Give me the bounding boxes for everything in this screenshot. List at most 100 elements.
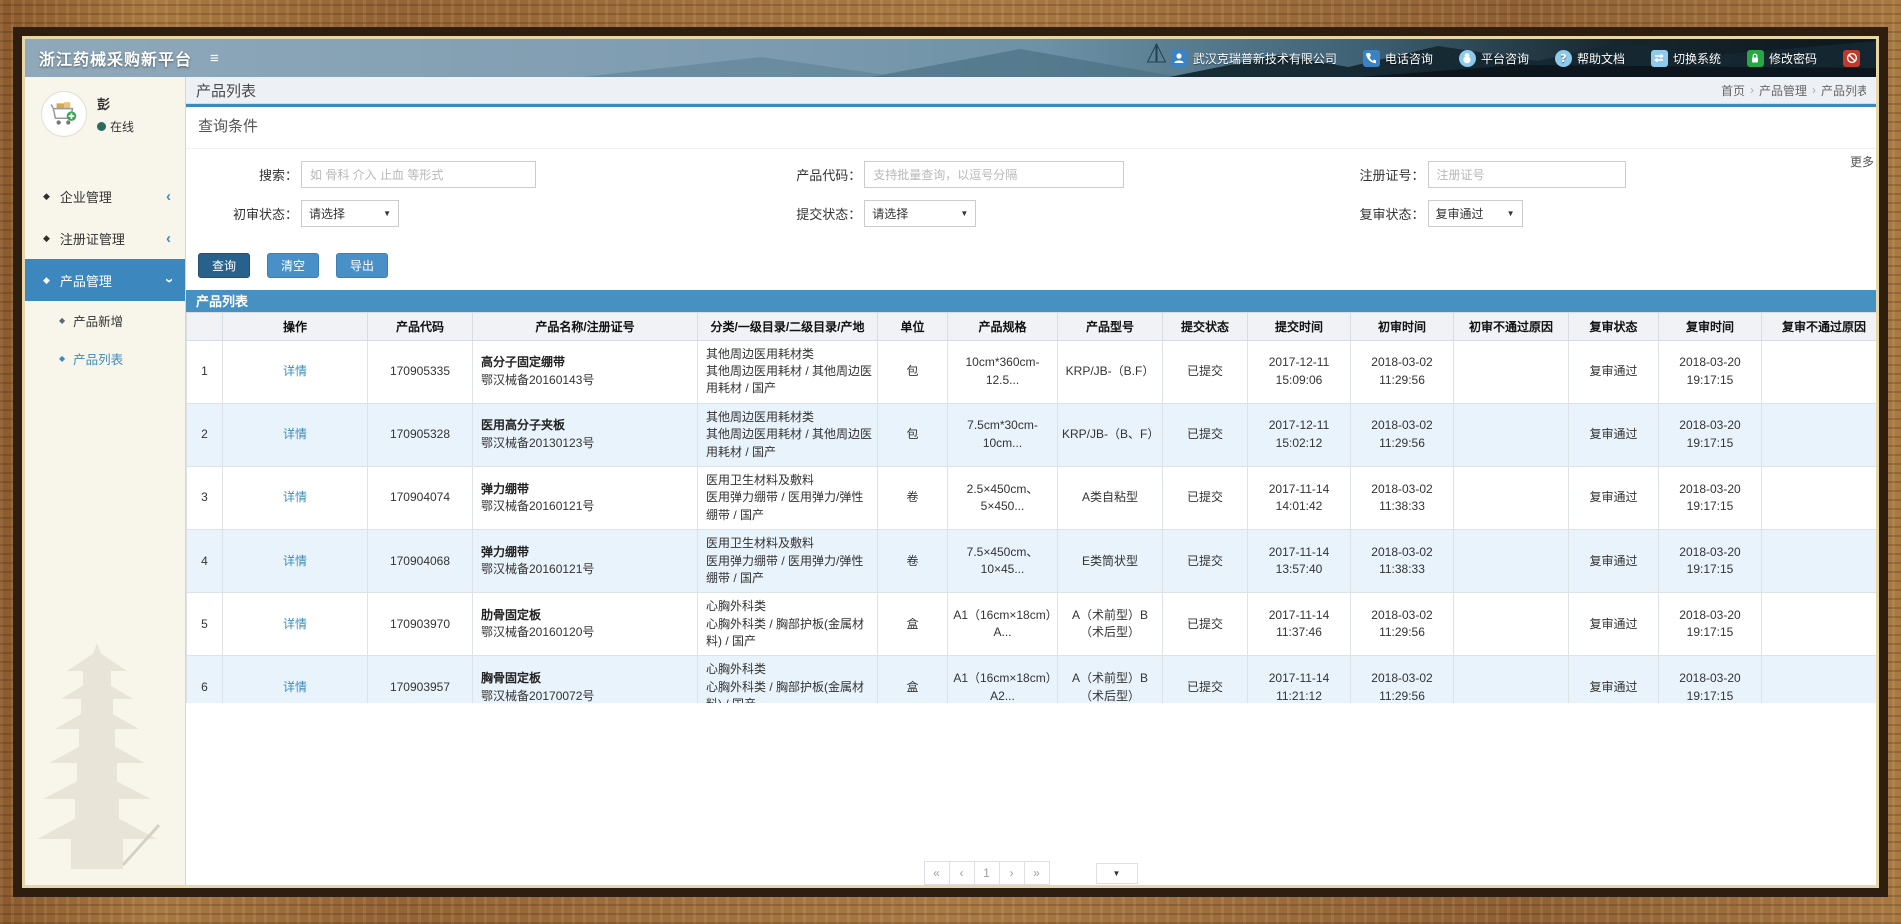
cart-icon (48, 98, 80, 130)
platform-title: 浙江药械采购新平台 (25, 46, 192, 70)
page-title-bar: 产品列表 首页 › 产品管理 › 产品列表 (186, 77, 1876, 104)
help-icon: ? (1555, 50, 1572, 67)
col-review-reason: 复审不通过原因 (1762, 312, 1877, 340)
prev-page-button[interactable]: ‹ (949, 861, 975, 885)
table-header-row: 操作 产品代码 产品名称/注册证号 分类/一级目录/二级目录/产地 单位 产品规… (187, 312, 1877, 340)
next-page-button[interactable]: › (999, 861, 1025, 885)
select-value: 复审通过 (1436, 205, 1484, 222)
submit-time-cell: 2017-11-14 11:37:46 (1248, 593, 1351, 656)
sidebar-item-product-add[interactable]: ◆ 产品新增 (25, 301, 185, 339)
first-page-button[interactable]: « (924, 861, 950, 885)
pagination: « ‹ 1 › » ▼ (186, 861, 1876, 885)
product-table-container: 操作 产品代码 产品名称/注册证号 分类/一级目录/二级目录/产地 单位 产品规… (186, 312, 1876, 703)
first-review-reason-cell (1454, 340, 1569, 403)
platform-consult-link[interactable]: 平台咨询 (1459, 50, 1529, 67)
product-code-input[interactable] (864, 161, 1124, 188)
logout-icon (1843, 50, 1860, 67)
review-status-label: 复审状态： (1313, 204, 1425, 223)
detail-link[interactable]: 详情 (223, 530, 368, 593)
help-doc-link[interactable]: ? 帮助文档 (1555, 50, 1625, 67)
sidebar-item-label: 产品管理 (60, 271, 112, 290)
product-name: 高分子固定绷带 (481, 354, 693, 371)
unit-cell: 卷 (878, 530, 948, 593)
product-code-cell: 170904068 (368, 530, 473, 593)
caret-down-icon: ▼ (960, 209, 968, 218)
detail-link[interactable]: 详情 (223, 466, 368, 529)
filter-row-1: 搜索： 产品代码： 注册证号： (186, 161, 1876, 188)
export-button[interactable]: 导出 (336, 253, 388, 278)
side-menu: ◆ 企业管理 ‹ ◆ 注册证管理 ‹ ◆ 产品管理 ‹ ◆ 产品新增 (25, 175, 185, 377)
first-review-time-cell: 2018-03-02 11:38:33 (1351, 466, 1454, 529)
product-name: 医用高分子夹板 (481, 417, 693, 434)
chevron-left-icon: ‹ (166, 188, 171, 205)
first-review-status-select[interactable]: 请选择 ▼ (301, 200, 399, 227)
submit-status-select[interactable]: 请选择 ▼ (864, 200, 976, 227)
registration-no-input[interactable] (1428, 161, 1626, 188)
caret-down-icon: ▼ (1507, 209, 1515, 218)
sidebar-item-enterprise[interactable]: ◆ 企业管理 ‹ (25, 175, 185, 217)
detail-link[interactable]: 详情 (223, 593, 368, 656)
sidebar: 彭 在线 ◆ 企业管理 ‹ ◆ 注册证管理 ‹ (25, 77, 186, 885)
last-page-button[interactable]: » (1024, 861, 1050, 885)
diamond-icon: ◆ (43, 191, 50, 202)
review-reason-cell (1762, 656, 1877, 703)
review-status-select[interactable]: 复审通过 ▼ (1428, 200, 1523, 227)
category-cell: 心胸外科类心胸外科类 / 胸部护板(金属材料) / 国产 (698, 593, 878, 656)
page-size-select[interactable]: ▼ (1096, 863, 1138, 884)
registration-no-label: 注册证号： (1313, 165, 1425, 184)
menu-toggle-icon[interactable]: ≡ (210, 50, 219, 67)
diamond-icon: ◆ (59, 316, 65, 325)
chevron-left-icon: ‹ (166, 230, 171, 247)
phone-consult-link[interactable]: 电话咨询 (1363, 50, 1433, 67)
change-password-link[interactable]: 修改密码 (1747, 50, 1817, 67)
review-status-cell: 复审通过 (1569, 593, 1659, 656)
more-filters-link[interactable]: 更多 (1850, 153, 1874, 170)
change-password-label: 修改密码 (1769, 50, 1817, 67)
breadcrumb-product-management[interactable]: 产品管理 (1759, 82, 1807, 99)
col-first-review-time: 初审时间 (1351, 312, 1454, 340)
online-dot-icon (97, 122, 106, 131)
breadcrumb-product-list: 产品列表 (1821, 82, 1866, 99)
switch-system-label: 切换系统 (1673, 50, 1721, 67)
review-reason-cell (1762, 593, 1877, 656)
detail-link[interactable]: 详情 (223, 656, 368, 703)
col-submit-time: 提交时间 (1248, 312, 1351, 340)
unit-cell: 盒 (878, 656, 948, 703)
sidebar-item-label: 企业管理 (60, 187, 112, 206)
registration-cert: 鄂汉械备20170072号 (481, 688, 693, 703)
page-number-button[interactable]: 1 (974, 861, 1000, 885)
model-cell: A（术前型）B（术后型） (1058, 656, 1163, 703)
review-status-cell: 复审通过 (1569, 466, 1659, 529)
switch-system-link[interactable]: 切换系统 (1651, 50, 1721, 67)
caret-down-icon: ▼ (1113, 869, 1121, 878)
query-button[interactable]: 查询 (198, 253, 250, 278)
model-cell: A类自粘型 (1058, 466, 1163, 529)
detail-link[interactable]: 详情 (223, 403, 368, 466)
submit-time-cell: 2017-11-14 14:01:42 (1248, 466, 1351, 529)
product-table: 操作 产品代码 产品名称/注册证号 分类/一级目录/二级目录/产地 单位 产品规… (186, 312, 1876, 703)
spec-cell: 10cm*360cm-12.5... (948, 340, 1058, 403)
company-account-link[interactable]: 武汉克瑞普新技术有限公司 (1171, 50, 1337, 67)
sidebar-item-product-list[interactable]: ◆ 产品列表 (25, 339, 185, 377)
col-model: 产品型号 (1058, 312, 1163, 340)
layout: 彭 在线 ◆ 企业管理 ‹ ◆ 注册证管理 ‹ (25, 77, 1876, 885)
topbar: 浙江药械采购新平台 ≡ 武汉克瑞普新技术有限公司 电话咨询 平台咨询 (25, 39, 1876, 77)
product-code-cell: 170905328 (368, 403, 473, 466)
review-reason-cell (1762, 466, 1877, 529)
search-input[interactable] (301, 161, 536, 188)
user-name: 彭 (97, 94, 134, 113)
col-name-cert: 产品名称/注册证号 (473, 312, 698, 340)
sidebar-item-registration[interactable]: ◆ 注册证管理 ‹ (25, 217, 185, 259)
clear-button[interactable]: 清空 (267, 253, 319, 278)
sidebar-item-product[interactable]: ◆ 产品管理 ‹ (25, 259, 185, 301)
breadcrumb-home[interactable]: 首页 (1721, 82, 1745, 99)
product-name: 弹力绷带 (481, 544, 693, 561)
detail-link[interactable]: 详情 (223, 340, 368, 403)
first-review-reason-cell (1454, 656, 1569, 703)
topbar-links: 武汉克瑞普新技术有限公司 电话咨询 平台咨询 ? 帮助文档 (1171, 50, 1876, 67)
col-category: 分类/一级目录/二级目录/产地 (698, 312, 878, 340)
select-value: 请选择 (309, 205, 345, 222)
logout-link[interactable] (1843, 50, 1860, 67)
col-first-review-reason: 初审不通过原因 (1454, 312, 1569, 340)
wood-framed-screenshot: { "topbar": { "title": "浙江药械采购新平台", "lin… (0, 0, 1901, 924)
